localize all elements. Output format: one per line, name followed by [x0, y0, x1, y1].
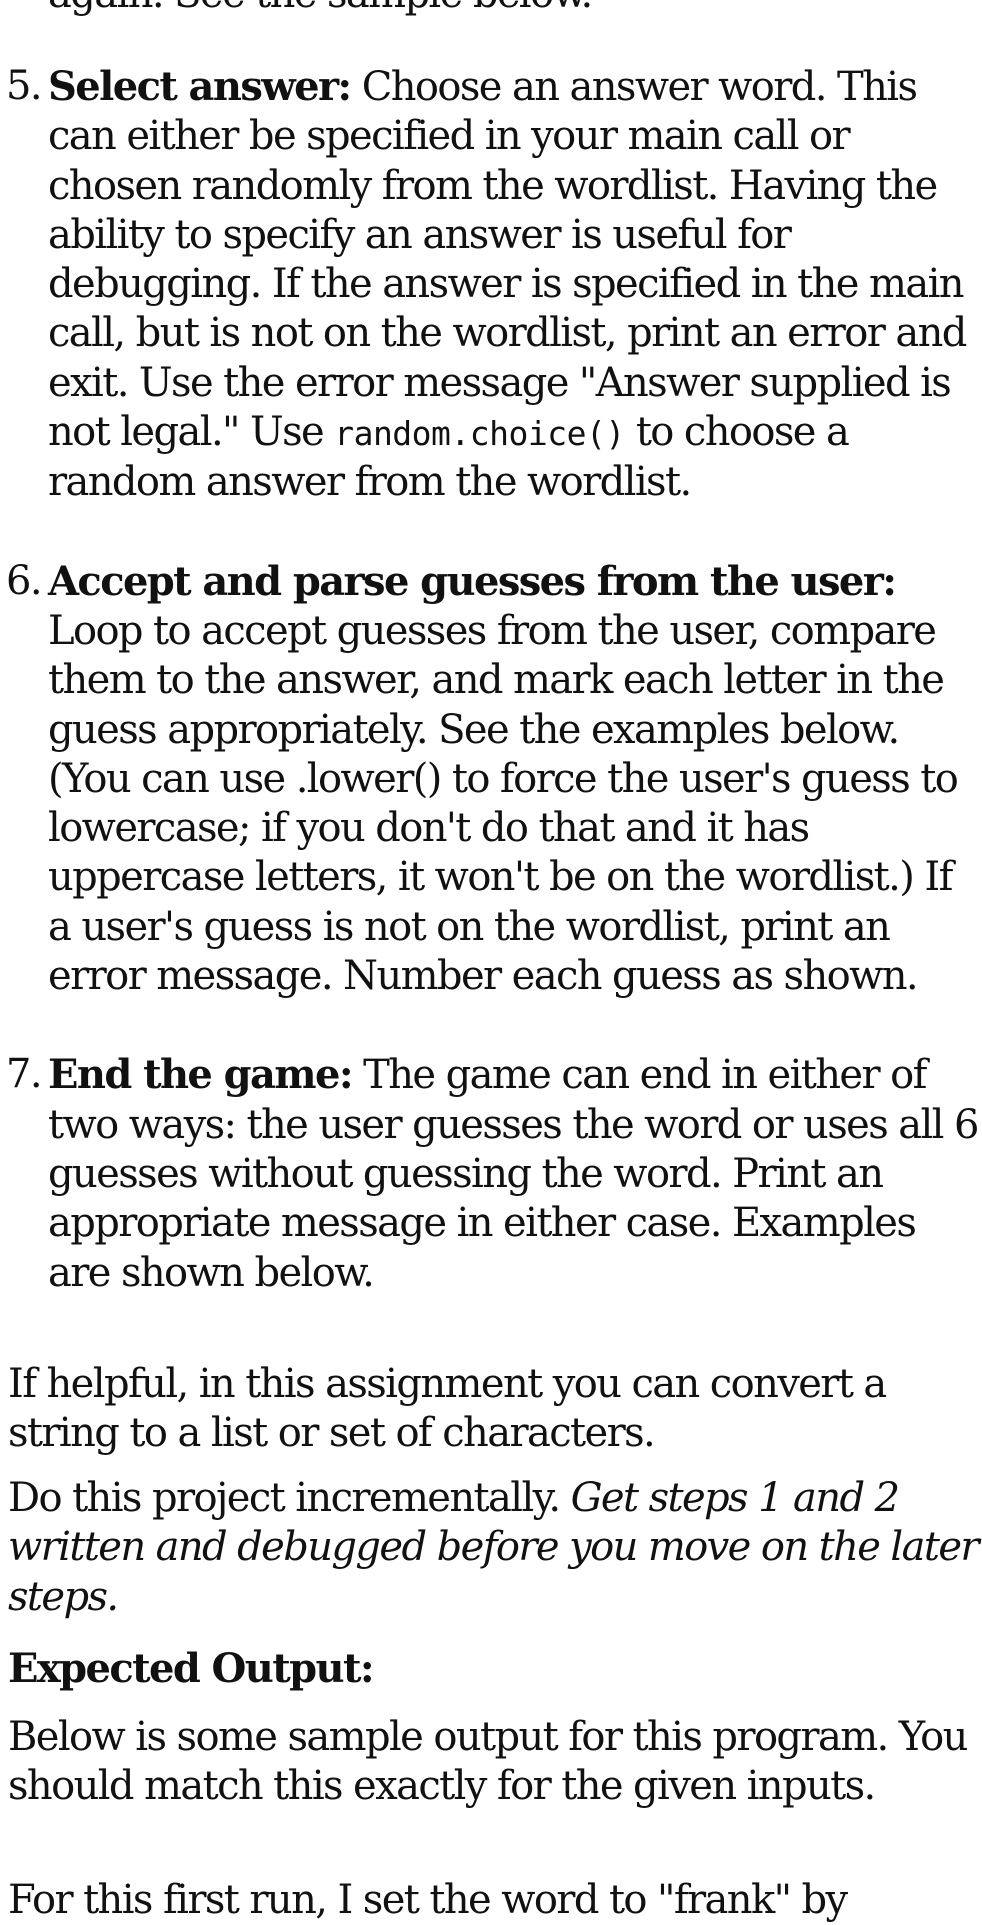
expected-output-heading: Expected Output:	[8, 1645, 375, 1692]
partial-top-line: again. See the sample below.	[48, 0, 593, 19]
paragraph-helpful: If helpful, in this assignment you can c…	[8, 1361, 887, 1457]
step-title: End the game:	[48, 1051, 354, 1099]
step-text: Choose an answer word. This can either b…	[48, 64, 967, 456]
paragraph-incremental: Do this project incrementally. Get steps…	[8, 1474, 980, 1622]
step-number: 7.	[6, 1051, 43, 1098]
step-number: 5.	[6, 63, 43, 109]
code-snippet: random.choice()	[334, 414, 625, 454]
step-number: 6.	[6, 557, 43, 604]
paragraph-sample-output: Below is some sample output for this pro…	[8, 1714, 968, 1810]
incremental-text: Do this project incrementally.	[8, 1475, 571, 1521]
step-7: 7. End the game: The game can end in eith…	[0, 1050, 979, 1297]
step-text: Loop to accept guesses from the user, co…	[48, 607, 959, 1000]
step-5: 5. Select answer: Choose an answer word. …	[0, 62, 978, 508]
step-title: Select answer:	[48, 63, 352, 110]
step-title: Accept and parse guesses from the user:	[48, 557, 897, 605]
paragraph-first-run: For this first run, I set the word to "f…	[8, 1877, 848, 1923]
step-6: 6. Accept and parse guesses from the user…	[0, 557, 978, 1002]
steps-list: 5. Select answer: Choose an answer word. …	[0, 62, 982, 1298]
